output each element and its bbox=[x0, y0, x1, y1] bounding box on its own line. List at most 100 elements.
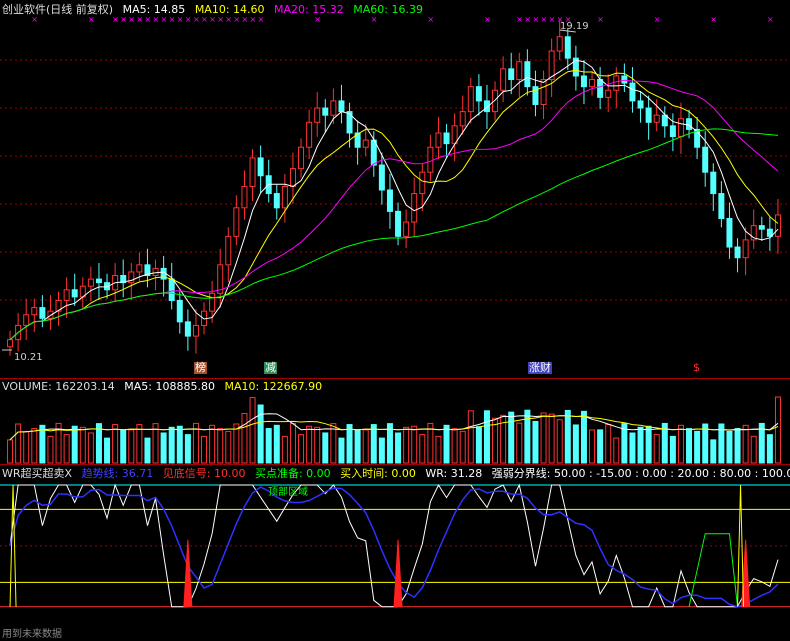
top-marker: × bbox=[128, 15, 135, 24]
candle-body bbox=[338, 100, 345, 113]
candle-body bbox=[597, 79, 604, 98]
top-marker: × bbox=[250, 15, 257, 24]
volume-bar bbox=[548, 413, 555, 464]
top-marker: × bbox=[371, 15, 378, 24]
volume-bar bbox=[774, 396, 781, 464]
candle-body bbox=[168, 278, 175, 301]
top-marker: × bbox=[484, 15, 491, 24]
candle-body bbox=[314, 107, 321, 123]
candle-body bbox=[661, 114, 668, 127]
volume-bar bbox=[87, 432, 94, 464]
volume-bar bbox=[629, 432, 636, 464]
volume-bar bbox=[217, 428, 224, 464]
candle-body bbox=[152, 267, 159, 277]
candle-body bbox=[63, 289, 70, 301]
top-marker: × bbox=[597, 15, 604, 24]
top-marker: × bbox=[31, 15, 38, 24]
volume-chart[interactable] bbox=[0, 379, 790, 465]
volume-bar bbox=[395, 432, 402, 464]
volume-bar bbox=[532, 420, 539, 464]
volume-bar bbox=[677, 424, 684, 464]
volume-bar bbox=[370, 424, 377, 464]
volume-bar bbox=[645, 425, 652, 464]
candle-body bbox=[742, 239, 749, 259]
candle-body bbox=[556, 36, 563, 52]
top-marker: × bbox=[161, 15, 168, 24]
candle-body bbox=[306, 121, 313, 148]
top-marker: × bbox=[120, 15, 127, 24]
candle-body bbox=[613, 75, 620, 91]
volume-bar bbox=[39, 424, 46, 464]
volume-bar bbox=[136, 424, 143, 464]
volume-bar bbox=[451, 428, 458, 464]
top-marker: × bbox=[209, 15, 216, 24]
candle-body bbox=[192, 324, 199, 337]
volume-bar bbox=[653, 434, 660, 464]
volume-pane[interactable]: VOLUME: 162203.14 MA5: 108885.80 MA10: 1… bbox=[0, 378, 790, 465]
volume-bar bbox=[63, 434, 70, 464]
volume-bar bbox=[403, 426, 410, 464]
wr-pane[interactable]: WR超买超卖X 趋势线: 36.71 见底信号: 10.00 买点准备: 0.0… bbox=[0, 464, 790, 641]
top-marker: × bbox=[549, 15, 556, 24]
volume-bar bbox=[564, 409, 571, 464]
volume-bar bbox=[289, 422, 296, 464]
price-pane[interactable]: 创业软件(日线 前复权) MA5: 14.85 MA10: 14.60 MA20… bbox=[0, 0, 790, 378]
candle-body bbox=[7, 339, 14, 348]
top-marker: × bbox=[88, 15, 95, 24]
candle-body bbox=[176, 299, 183, 323]
candle-body bbox=[734, 246, 741, 259]
volume-bar bbox=[540, 412, 547, 464]
volume-bar bbox=[556, 419, 563, 464]
candle-body bbox=[459, 111, 466, 127]
candle-body bbox=[289, 168, 296, 187]
candle-body bbox=[516, 61, 523, 81]
top-zone-label: 顶部区域 bbox=[268, 487, 308, 498]
candle-body bbox=[322, 107, 329, 116]
volume-bar bbox=[443, 424, 450, 464]
candle-body bbox=[637, 100, 644, 109]
volume-bar bbox=[459, 430, 466, 464]
volume-bar bbox=[637, 426, 644, 464]
volume-bar bbox=[580, 410, 587, 464]
candle-body bbox=[23, 314, 30, 326]
volume-bar bbox=[306, 425, 313, 464]
volume-bar bbox=[241, 412, 248, 464]
volume-bar bbox=[160, 432, 167, 464]
volume-bar bbox=[144, 437, 151, 464]
volume-bar bbox=[483, 410, 490, 464]
candle-body bbox=[702, 146, 709, 173]
top-marker: × bbox=[169, 15, 176, 24]
candle-body bbox=[31, 307, 38, 316]
candle-body bbox=[184, 321, 191, 337]
volume-bar bbox=[209, 424, 216, 464]
volume-bar bbox=[605, 424, 612, 464]
wr-chart[interactable] bbox=[0, 465, 790, 641]
volume-bar bbox=[362, 429, 369, 464]
wr-trend-line bbox=[9, 486, 779, 608]
top-marker: × bbox=[654, 15, 661, 24]
candle-body bbox=[718, 193, 725, 220]
top-marker: × bbox=[217, 15, 224, 24]
candle-body bbox=[427, 146, 434, 173]
candle-body bbox=[758, 225, 765, 230]
volume-bar bbox=[7, 439, 14, 464]
ma5-line bbox=[9, 59, 779, 341]
candle-body bbox=[508, 68, 515, 81]
top-marker: × bbox=[185, 15, 192, 24]
volume-bar bbox=[168, 426, 175, 464]
volume-bar bbox=[702, 423, 709, 464]
candle-body bbox=[621, 75, 628, 84]
top-marker: × bbox=[177, 15, 184, 24]
volume-bar bbox=[435, 435, 442, 464]
price-chart[interactable]: × × × × × × × × × × × × × × × × × × × × × × × × × × × × × × × × × × × × bbox=[0, 0, 790, 378]
candle-body bbox=[500, 68, 507, 91]
candle-body bbox=[281, 185, 288, 209]
candle-body bbox=[605, 89, 612, 98]
candle-body bbox=[443, 132, 450, 145]
volume-bar bbox=[104, 437, 111, 464]
candle-body bbox=[403, 221, 410, 237]
volume-bar bbox=[47, 435, 54, 464]
volume-bar bbox=[120, 429, 127, 464]
top-marker: × bbox=[153, 15, 160, 24]
candle-body bbox=[273, 193, 280, 209]
